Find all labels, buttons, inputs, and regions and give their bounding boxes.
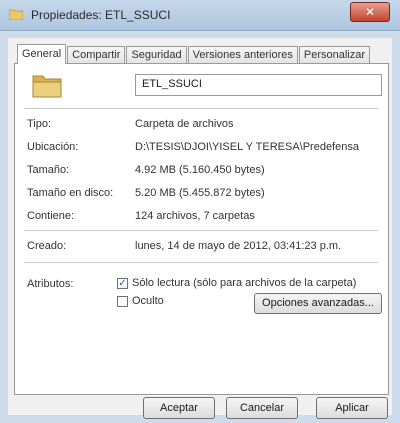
size-label: Tamaño: xyxy=(27,164,70,176)
title-bar[interactable]: Propiedades: ETL_SSUCI ✕ xyxy=(0,0,400,31)
tab-personalizar[interactable]: Personalizar xyxy=(298,46,371,64)
location-value: D:\TESIS\DJOI\YISEL Y TERESA\Predefensa xyxy=(135,141,359,153)
folder-icon xyxy=(32,75,62,98)
disk-size-value: 5.20 MB (5.455.872 bytes) xyxy=(135,187,265,199)
size-value: 4.92 MB (5.160.450 bytes) xyxy=(135,164,265,176)
disk-size-label: Tamaño en disco: xyxy=(27,187,114,199)
contains-label: Contiene: xyxy=(27,210,75,222)
type-value: Carpeta de archivos xyxy=(135,118,234,130)
hidden-checkbox[interactable] xyxy=(117,296,128,307)
separator xyxy=(24,262,378,263)
separator xyxy=(24,108,378,109)
readonly-checkbox[interactable]: ✓ xyxy=(117,278,128,289)
separator xyxy=(24,230,378,231)
accept-button[interactable]: Aceptar xyxy=(143,397,215,419)
tab-versiones-anteriores[interactable]: Versiones anteriores xyxy=(187,46,298,64)
folder-icon xyxy=(9,9,23,20)
created-value: lunes, 14 de mayo de 2012, 03:41:23 p.m. xyxy=(135,240,342,252)
tab-compartir[interactable]: Compartir xyxy=(67,46,126,64)
check-icon: ✓ xyxy=(118,278,127,289)
location-label: Ubicación: xyxy=(27,141,79,153)
folder-name-field[interactable]: ETL_SSUCI xyxy=(135,74,382,96)
created-label: Creado: xyxy=(27,240,67,252)
apply-button[interactable]: Aplicar xyxy=(316,397,388,419)
hidden-label: Oculto xyxy=(132,295,164,307)
tab-strip: General Compartir Seguridad Versiones an… xyxy=(17,44,371,64)
type-label: Tipo: xyxy=(27,118,52,130)
advanced-options-button[interactable]: Opciones avanzadas... xyxy=(254,293,382,314)
attributes-label: Atributos: xyxy=(27,278,74,290)
tab-general[interactable]: General xyxy=(17,44,67,64)
tab-seguridad[interactable]: Seguridad xyxy=(126,46,187,64)
contains-value: 124 archivos, 7 carpetas xyxy=(135,210,255,222)
general-panel xyxy=(14,63,389,395)
readonly-label: Sólo lectura (sólo para archivos de la c… xyxy=(132,277,357,289)
cancel-button[interactable]: Cancelar xyxy=(226,397,298,419)
close-button[interactable]: ✕ xyxy=(350,2,390,22)
window-title: Propiedades: ETL_SSUCI xyxy=(31,8,171,22)
